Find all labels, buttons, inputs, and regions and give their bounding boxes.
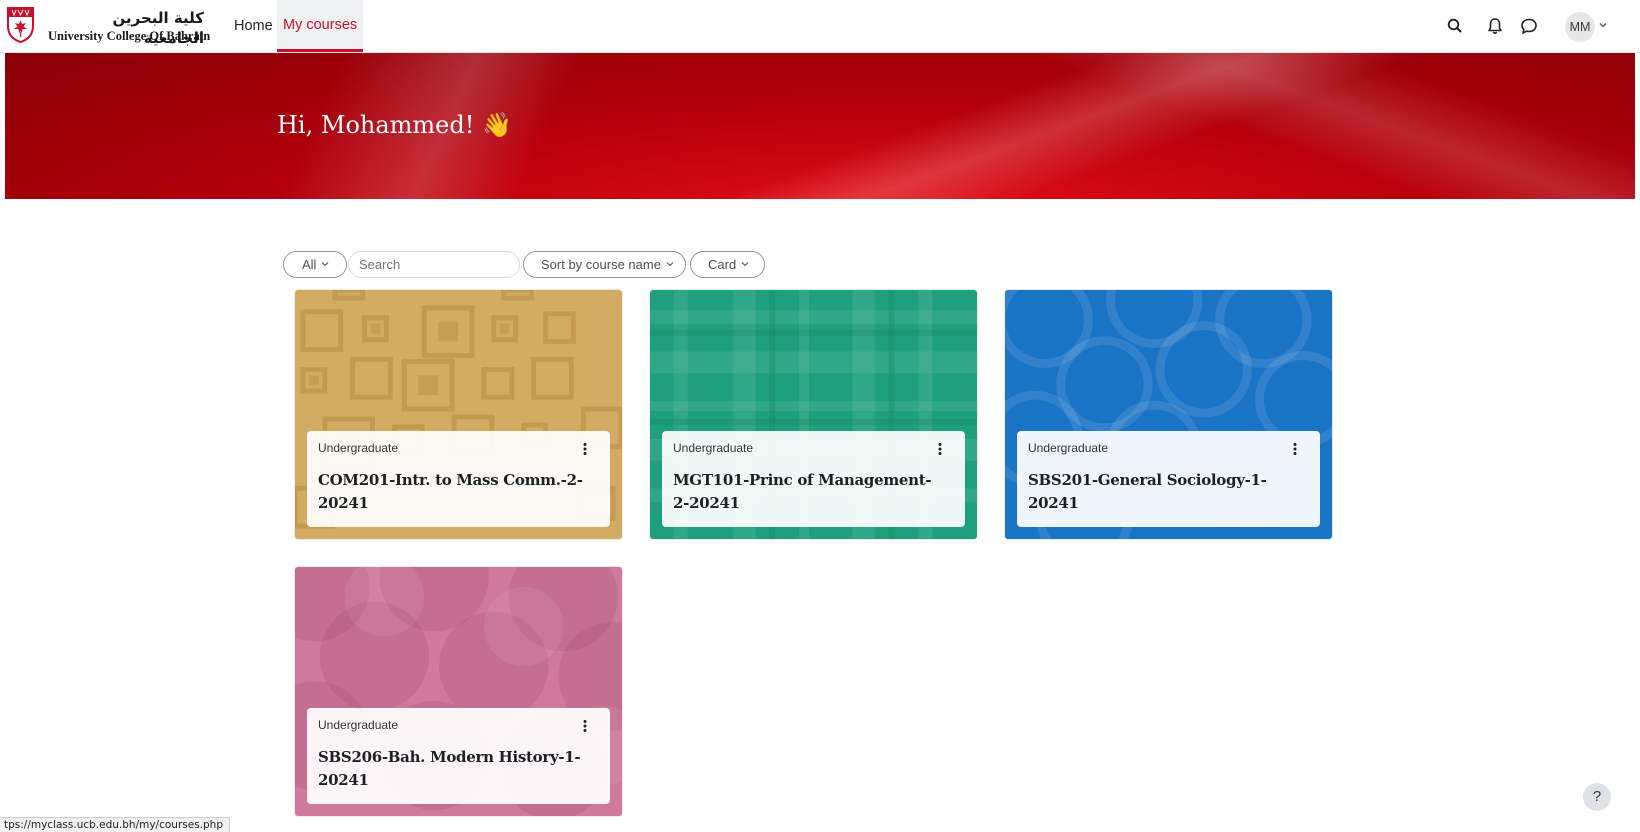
sort-dropdown[interactable]: Sort by course name xyxy=(523,251,686,278)
more-options-icon[interactable] xyxy=(932,440,948,458)
browser-status-url: tps://myclass.ucb.edu.bh/my/courses.php xyxy=(0,817,230,832)
more-options-icon[interactable] xyxy=(577,440,593,458)
course-card-body: Undergraduate SBS206-Bah. Modern History… xyxy=(307,708,610,804)
grouping-dropdown[interactable]: All xyxy=(283,251,347,278)
course-card[interactable]: Undergraduate SBS201-General Sociology-1… xyxy=(1004,289,1333,540)
search-icon[interactable] xyxy=(1444,15,1466,37)
more-options-icon[interactable] xyxy=(577,717,593,735)
course-title-link[interactable]: SBS206-Bah. Modern History-1-20241 xyxy=(318,746,588,792)
course-card[interactable]: Undergraduate SBS206-Bah. Modern History… xyxy=(294,566,623,817)
college-crest-icon xyxy=(7,7,34,44)
chevron-down-icon xyxy=(666,262,674,267)
chevron-down-icon xyxy=(322,262,329,267)
notification-bell-icon[interactable] xyxy=(1484,15,1506,37)
top-navbar: كلية البحرين الجامعية University College… xyxy=(0,0,1640,53)
view-mode-dropdown[interactable]: Card xyxy=(690,251,765,278)
grouping-dropdown-label: All xyxy=(302,257,317,272)
messages-chat-icon[interactable] xyxy=(1518,15,1540,37)
more-options-icon[interactable] xyxy=(1287,440,1303,458)
course-search-input[interactable] xyxy=(348,251,520,278)
course-title-link[interactable]: MGT101-Princ of Management-2-20241 xyxy=(673,469,943,515)
greeting-heading: Hi, Mohammed! 👋 xyxy=(277,111,512,139)
site-logo[interactable]: كلية البحرين الجامعية University College… xyxy=(6,6,210,48)
course-card[interactable]: Undergraduate MGT101-Princ of Management… xyxy=(649,289,978,540)
chevron-down-icon xyxy=(741,262,749,267)
course-category: Undergraduate xyxy=(318,441,399,455)
user-avatar[interactable]: MM xyxy=(1565,12,1595,42)
course-category: Undergraduate xyxy=(318,718,399,732)
course-title-link[interactable]: SBS201-General Sociology-1-20241 xyxy=(1028,469,1298,515)
course-card-body: Undergraduate COM201-Intr. to Mass Comm.… xyxy=(307,431,610,527)
nav-my-courses-link[interactable]: My courses xyxy=(277,0,364,52)
course-card-body: Undergraduate SBS201-General Sociology-1… xyxy=(1017,431,1320,527)
logo-english-name: University College Of Bahrain xyxy=(48,29,211,43)
chevron-down-icon[interactable] xyxy=(1598,20,1608,30)
view-mode-dropdown-label: Card xyxy=(708,257,737,272)
nav-home-link[interactable]: Home xyxy=(234,0,273,52)
course-card[interactable]: Undergraduate COM201-Intr. to Mass Comm.… xyxy=(294,289,623,540)
course-category: Undergraduate xyxy=(673,441,754,455)
course-category: Undergraduate xyxy=(1028,441,1109,455)
course-title-link[interactable]: COM201-Intr. to Mass Comm.-2-20241 xyxy=(318,469,588,515)
welcome-banner: Hi, Mohammed! 👋 xyxy=(5,53,1635,199)
sort-dropdown-label: Sort by course name xyxy=(541,257,661,272)
course-card-body: Undergraduate MGT101-Princ of Management… xyxy=(662,431,965,527)
help-button[interactable]: ? xyxy=(1583,783,1611,811)
